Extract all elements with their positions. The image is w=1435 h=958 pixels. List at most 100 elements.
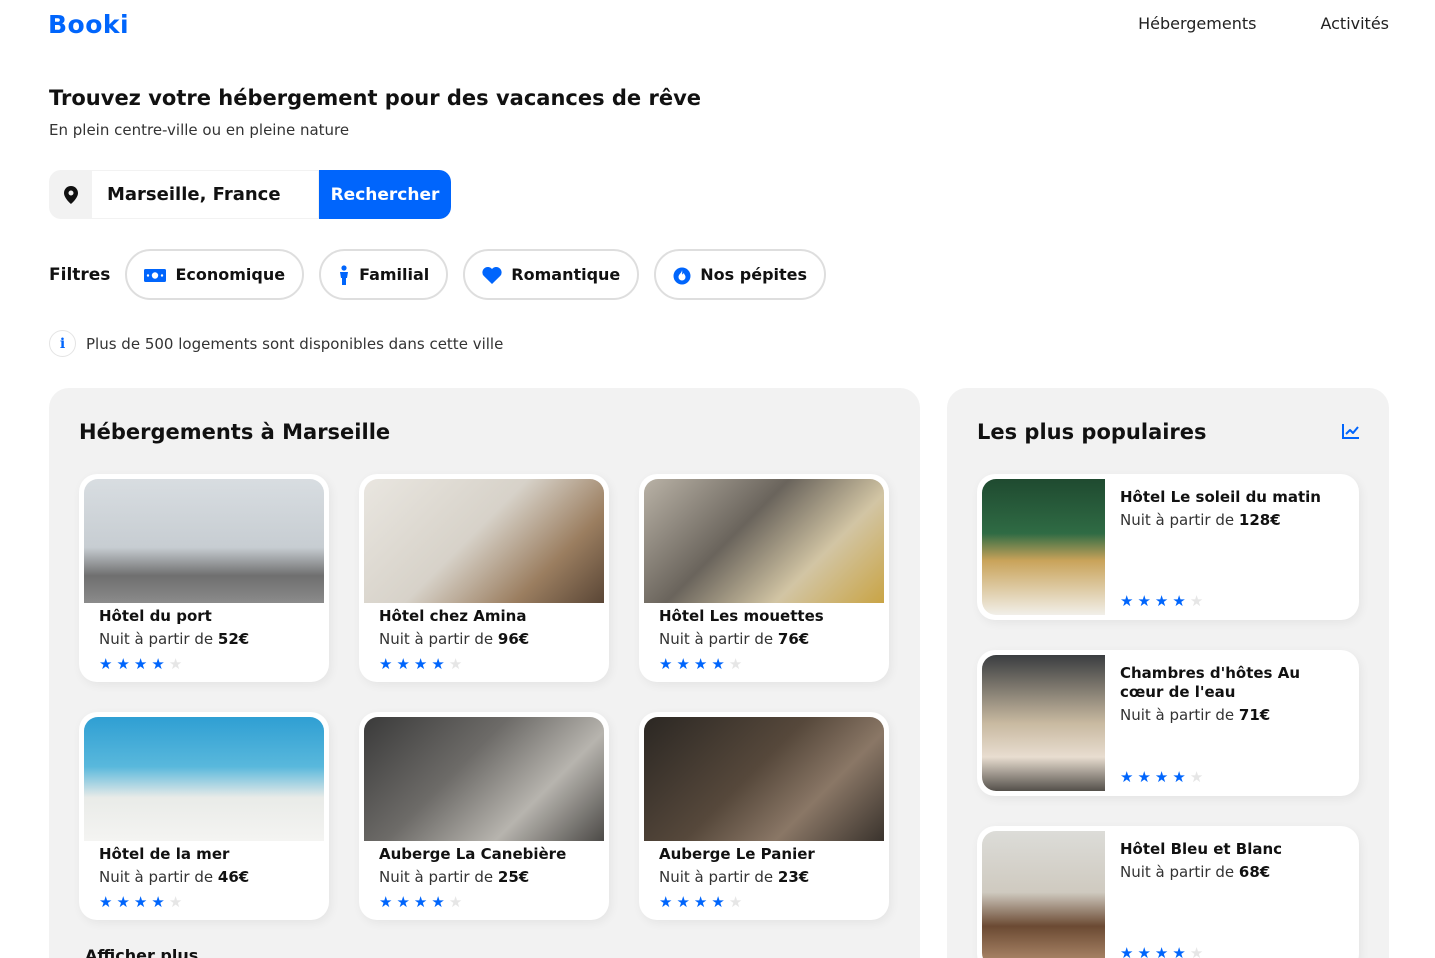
popular-card[interactable]: Hôtel Le soleil du matin Nuit à partir d… xyxy=(977,474,1359,620)
rating-stars: ★ ★ ★ ★ ★ xyxy=(99,895,324,910)
search-button[interactable]: Rechercher xyxy=(319,170,451,219)
filter-romantique[interactable]: Romantique xyxy=(463,249,640,300)
rating-stars: ★ ★ ★ ★ ★ xyxy=(659,657,884,672)
star-filled-icon: ★ xyxy=(693,893,708,911)
hotel-price: Nuit à partir de 76€ xyxy=(659,630,810,648)
popular-card[interactable]: Chambres d'hôtes Au cœur de l'eau Nuit à… xyxy=(977,650,1359,796)
accommodation-card[interactable]: Auberge Le Panier Nuit à partir de 23€ ★… xyxy=(639,712,889,920)
rating-stars: ★ ★ ★ ★ ★ xyxy=(1120,770,1203,785)
star-filled-icon: ★ xyxy=(151,893,165,911)
star-filled-icon: ★ xyxy=(396,893,410,911)
fire-icon xyxy=(673,265,691,285)
location-pin-icon xyxy=(49,170,92,219)
star-filled-icon: ★ xyxy=(676,893,690,911)
star-empty-icon: ★ xyxy=(1189,592,1204,610)
star-filled-icon: ★ xyxy=(693,655,708,673)
hotel-price: Nuit à partir de 71€ xyxy=(1120,706,1271,724)
star-filled-icon: ★ xyxy=(711,893,725,911)
rating-stars: ★ ★ ★ ★ ★ xyxy=(1120,946,1203,958)
hotel-photo xyxy=(982,479,1105,615)
hotel-name: Hôtel Bleu et Blanc xyxy=(1120,840,1283,858)
nav-link-activites[interactable]: Activités xyxy=(1320,14,1389,33)
accommodation-card[interactable]: Hôtel du port Nuit à partir de 52€ ★ ★ ★ ★ ★ xyxy=(79,474,329,682)
hotel-name: Hôtel du port xyxy=(99,607,212,625)
availability-info: i Plus de 500 logements sont disponibles… xyxy=(49,330,503,357)
rating-stars: ★ ★ ★ ★ ★ xyxy=(659,895,884,910)
star-filled-icon: ★ xyxy=(379,893,393,911)
rating-stars: ★ ★ ★ ★ ★ xyxy=(1120,594,1203,609)
star-empty-icon: ★ xyxy=(1189,768,1204,786)
star-filled-icon: ★ xyxy=(413,893,428,911)
star-empty-icon: ★ xyxy=(448,893,463,911)
hotel-photo xyxy=(644,717,884,841)
star-filled-icon: ★ xyxy=(413,655,428,673)
star-filled-icon: ★ xyxy=(396,655,410,673)
star-filled-icon: ★ xyxy=(1154,768,1169,786)
hotel-price: Nuit à partir de 52€ xyxy=(99,630,250,648)
booki-logo[interactable]: Booki xyxy=(48,10,129,39)
page-title: Trouvez votre hébergement pour des vacan… xyxy=(49,86,702,110)
accommodation-card[interactable]: Hôtel chez Amina Nuit à partir de 96€ ★ ★… xyxy=(359,474,609,682)
trending-chart-icon xyxy=(1342,423,1360,443)
hotel-photo xyxy=(644,479,884,603)
star-filled-icon: ★ xyxy=(1172,592,1186,610)
star-filled-icon: ★ xyxy=(1154,944,1169,958)
filter-label: Familial xyxy=(359,265,430,284)
star-filled-icon: ★ xyxy=(1120,768,1134,786)
hotel-price: Nuit à partir de 25€ xyxy=(379,868,530,886)
popular-card[interactable]: Hôtel Bleu et Blanc Nuit à partir de 68€… xyxy=(977,826,1359,958)
star-filled-icon: ★ xyxy=(1137,592,1151,610)
filter-familial[interactable]: Familial xyxy=(319,249,449,300)
filter-nos-pepites[interactable]: Nos pépites xyxy=(654,249,827,300)
accommodation-card[interactable]: Hôtel de la mer Nuit à partir de 46€ ★ ★ ★… xyxy=(79,712,329,920)
star-filled-icon: ★ xyxy=(133,893,148,911)
filters-bar: Filtres Economique Familial Romantique N… xyxy=(49,249,841,300)
star-empty-icon: ★ xyxy=(1189,944,1204,958)
hotel-name: Hôtel Le soleil du matin xyxy=(1120,488,1321,506)
show-more-link[interactable]: Afficher plus xyxy=(85,946,198,958)
accommodations-panel: Hébergements à Marseille Hôtel du port N… xyxy=(49,388,920,958)
star-empty-icon: ★ xyxy=(168,655,183,673)
star-empty-icon: ★ xyxy=(728,893,743,911)
heart-icon xyxy=(482,266,502,284)
info-icon: i xyxy=(49,330,76,357)
hotel-name: Hôtel chez Amina xyxy=(379,607,527,625)
hotel-name: Hôtel de la mer xyxy=(99,845,230,863)
filter-economique[interactable]: Economique xyxy=(125,249,305,300)
star-empty-icon: ★ xyxy=(728,655,743,673)
rating-stars: ★ ★ ★ ★ ★ xyxy=(379,657,604,672)
hotel-photo xyxy=(84,479,324,603)
popular-panel: Les plus populaires Hôtel Le soleil du m… xyxy=(947,388,1389,958)
person-icon xyxy=(338,264,350,285)
accommodation-card[interactable]: Auberge La Canebière Nuit à partir de 25… xyxy=(359,712,609,920)
hotel-photo xyxy=(364,479,604,603)
star-filled-icon: ★ xyxy=(99,655,113,673)
page-subtitle: En plein centre-ville ou en pleine natur… xyxy=(49,121,350,139)
star-filled-icon: ★ xyxy=(659,893,673,911)
star-filled-icon: ★ xyxy=(116,893,130,911)
rating-stars: ★ ★ ★ ★ ★ xyxy=(379,895,604,910)
hotel-name: Auberge Le Panier xyxy=(659,845,815,863)
hotel-name: Auberge La Canebière xyxy=(379,845,567,863)
star-filled-icon: ★ xyxy=(133,655,148,673)
accommodation-card[interactable]: Hôtel Les mouettes Nuit à partir de 76€ … xyxy=(639,474,889,682)
star-filled-icon: ★ xyxy=(676,655,690,673)
hotel-price: Nuit à partir de 96€ xyxy=(379,630,530,648)
filter-label: Romantique xyxy=(511,265,621,284)
star-filled-icon: ★ xyxy=(659,655,673,673)
star-filled-icon: ★ xyxy=(151,655,165,673)
star-filled-icon: ★ xyxy=(431,655,445,673)
star-filled-icon: ★ xyxy=(1154,592,1169,610)
filter-label: Economique xyxy=(175,265,286,284)
hotel-price: Nuit à partir de 68€ xyxy=(1120,863,1271,881)
nav-link-hebergements[interactable]: Hébergements xyxy=(1138,14,1256,33)
rating-stars: ★ ★ ★ ★ ★ xyxy=(99,657,324,672)
hotel-name: Hôtel Les mouettes xyxy=(659,607,824,625)
star-filled-icon: ★ xyxy=(99,893,113,911)
hotel-name: Chambres d'hôtes Au cœur de l'eau xyxy=(1120,664,1300,701)
star-filled-icon: ★ xyxy=(116,655,130,673)
accommodations-title: Hébergements à Marseille xyxy=(79,420,391,444)
search-input[interactable]: Marseille, France xyxy=(92,170,319,219)
search-bar: Marseille, France Rechercher xyxy=(49,170,451,219)
star-filled-icon: ★ xyxy=(1137,768,1151,786)
